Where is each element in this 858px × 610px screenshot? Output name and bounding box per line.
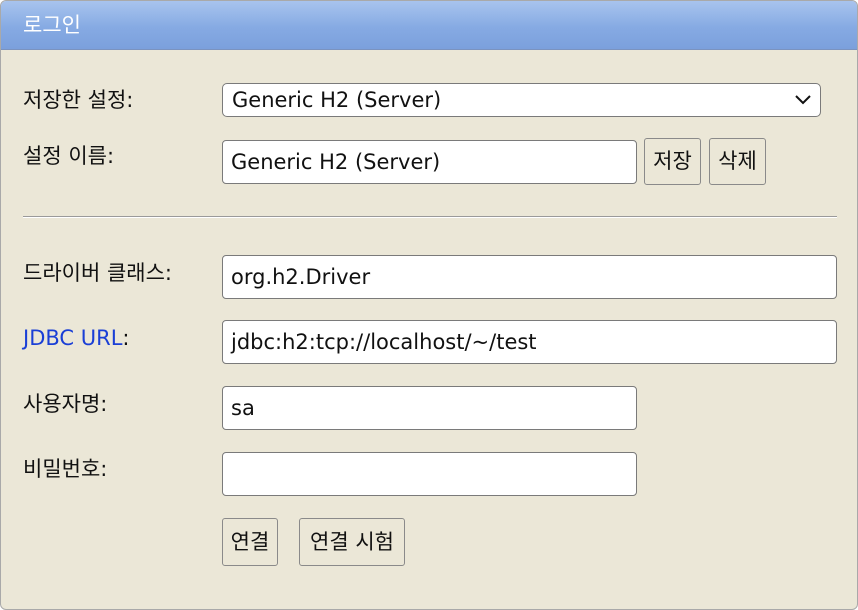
driver-class-label: 드라이버 클래스: bbox=[23, 261, 172, 285]
password-input[interactable] bbox=[222, 452, 637, 496]
jdbc-url-value: jdbc:h2:tcp://localhost/~/test bbox=[231, 330, 537, 354]
saved-settings-selected-value: Generic H2 (Server) bbox=[232, 88, 442, 112]
jdbc-url-label-colon: : bbox=[122, 326, 130, 350]
setting-name-value: Generic H2 (Server) bbox=[231, 150, 441, 174]
save-button[interactable]: 저장 bbox=[644, 138, 701, 185]
title-bar: 로그인 bbox=[1, 1, 857, 50]
jdbc-url-help-link[interactable]: JDBC URL bbox=[23, 326, 122, 350]
delete-button[interactable]: 삭제 bbox=[709, 138, 766, 185]
password-label: 비밀번호: bbox=[23, 457, 108, 481]
window-title: 로그인 bbox=[23, 13, 81, 37]
jdbc-url-input[interactable]: jdbc:h2:tcp://localhost/~/test bbox=[222, 320, 837, 364]
connect-button[interactable]: 연결 bbox=[222, 518, 278, 566]
saved-settings-label: 저장한 설정: bbox=[23, 88, 134, 112]
login-panel: 로그인 저장한 설정: Generic H2 (Server) 설정 이름: G… bbox=[0, 0, 858, 610]
section-divider bbox=[23, 216, 837, 218]
test-connection-button[interactable]: 연결 시험 bbox=[299, 518, 405, 566]
chevron-down-icon bbox=[795, 95, 811, 105]
username-input[interactable]: sa bbox=[222, 386, 637, 430]
setting-name-input[interactable]: Generic H2 (Server) bbox=[222, 140, 637, 184]
jdbc-url-label: JDBC URL: bbox=[23, 324, 129, 352]
driver-class-value: org.h2.Driver bbox=[231, 265, 371, 289]
username-label: 사용자명: bbox=[23, 392, 108, 416]
username-value: sa bbox=[231, 396, 255, 420]
saved-settings-select[interactable]: Generic H2 (Server) bbox=[222, 83, 821, 117]
setting-name-label: 설정 이름: bbox=[23, 144, 115, 168]
driver-class-input[interactable]: org.h2.Driver bbox=[222, 255, 837, 299]
